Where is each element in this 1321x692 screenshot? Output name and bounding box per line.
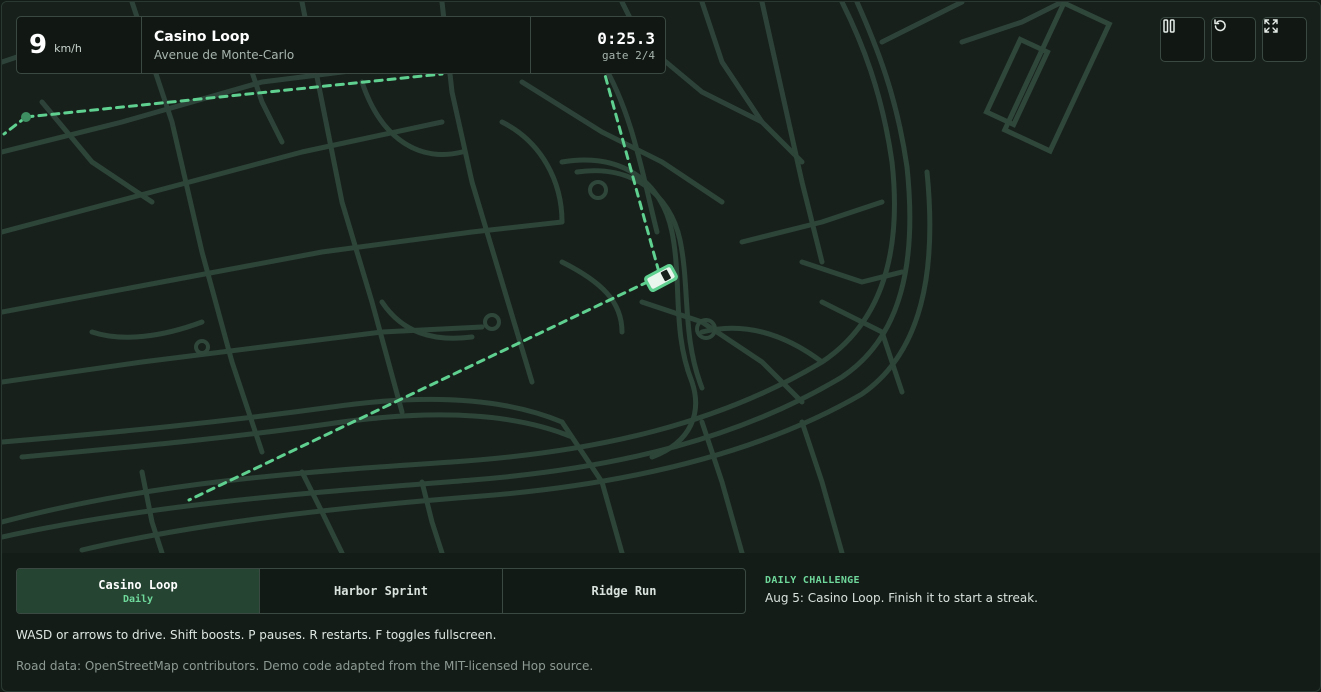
daily-challenge-title: DAILY CHALLENGE	[765, 575, 860, 586]
restart-icon	[1214, 19, 1226, 32]
game-map[interactable]: 9 km/h Casino Loop Avenue de Monte-Carlo…	[2, 2, 1320, 553]
fullscreen-icon	[1264, 19, 1278, 33]
game-window: 9 km/h Casino Loop Avenue de Monte-Carlo…	[1, 1, 1321, 692]
road-network	[2, 2, 1113, 553]
daily-challenge-text: Aug 5: Casino Loop. Finish it to start a…	[765, 591, 1038, 605]
speed-value: 9	[29, 30, 48, 60]
route-name: Casino Loop	[154, 28, 250, 45]
daily-challenge: DAILY CHALLENGE Aug 5: Casino Loop. Fini…	[765, 575, 1038, 605]
controls-help: WASD or arrows to drive. Shift boosts. P…	[16, 628, 497, 642]
route-tabs: Casino Loop Daily Harbor Sprint Ridge Ru…	[16, 568, 746, 614]
timer-value: 0:25.3	[597, 28, 655, 48]
tab-harbor-sprint[interactable]: Harbor Sprint	[260, 569, 503, 613]
street-name: Avenue de Monte-Carlo	[154, 47, 295, 62]
pause-icon	[1163, 19, 1175, 33]
pause-button[interactable]	[1160, 17, 1205, 62]
credits: Road data: OpenStreetMap contributors. D…	[16, 659, 594, 673]
gate-progress: gate 2/4	[602, 48, 655, 62]
speedometer: 9 km/h	[17, 17, 142, 73]
route-info: Casino Loop Avenue de Monte-Carlo	[142, 17, 531, 73]
restart-button[interactable]	[1211, 17, 1256, 62]
tab-label: Casino Loop	[98, 577, 178, 592]
hud-panel: 9 km/h Casino Loop Avenue de Monte-Carlo…	[16, 16, 666, 74]
lap-timer: 0:25.3 gate 2/4	[531, 17, 665, 73]
tab-casino-loop[interactable]: Casino Loop Daily	[17, 569, 260, 613]
tab-ridge-run[interactable]: Ridge Run	[503, 569, 745, 613]
fullscreen-button[interactable]	[1262, 17, 1307, 62]
speed-unit: km/h	[54, 41, 82, 55]
gate-marker	[21, 112, 31, 122]
tab-label: Harbor Sprint	[334, 584, 428, 598]
tab-label: Ridge Run	[591, 584, 657, 598]
tab-daily-badge: Daily	[122, 593, 154, 605]
